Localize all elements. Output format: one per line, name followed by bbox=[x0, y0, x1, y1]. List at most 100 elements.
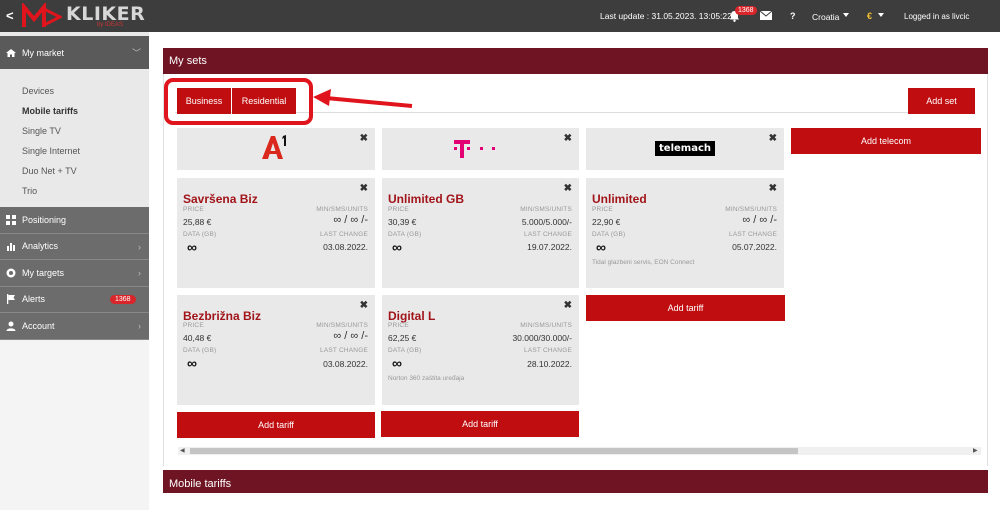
sidebar-item-label: Analytics bbox=[22, 241, 59, 252]
scroll-left-icon[interactable]: ◀ bbox=[180, 447, 185, 454]
close-icon[interactable]: ✖ bbox=[360, 183, 368, 194]
tariff-note: Tidal glazbeni servis, EON Connect bbox=[592, 259, 695, 266]
tariff-min-sms: 5.000/5.000/- bbox=[521, 217, 572, 227]
top-bar: < KLIKER by IDEAS Last update : 31.05.20… bbox=[0, 0, 1000, 32]
tariff-price: 22,90 € bbox=[592, 217, 621, 227]
tariff-data: ∞ bbox=[596, 239, 606, 255]
operator-card-telemach: telemach ✖ bbox=[586, 128, 784, 170]
tariff-price: 62,25 € bbox=[388, 333, 417, 343]
sidebar-item-my-market[interactable]: My market ﹀ bbox=[0, 36, 149, 69]
sidebar-item-mobile-tariffs[interactable]: Mobile tariffs bbox=[0, 101, 149, 121]
price-label: PRICE bbox=[592, 206, 613, 213]
price-label: PRICE bbox=[388, 206, 409, 213]
operator-card-a1: ✖ bbox=[177, 128, 375, 170]
close-icon[interactable]: ✖ bbox=[360, 300, 368, 311]
annotation-highlight-box bbox=[164, 78, 313, 125]
min-sms-label: MIN/SMS/UNITS bbox=[520, 322, 572, 329]
tariff-card[interactable]: ✖ Unlimited PRICE MIN/SMS/UNITS 22,90 € … bbox=[586, 178, 784, 288]
tariff-last-change: 03.08.2022. bbox=[323, 242, 368, 252]
sidebar-item-my-targets[interactable]: My targets › bbox=[0, 260, 149, 287]
back-button[interactable]: < bbox=[6, 8, 14, 23]
sidebar-item-label: Account bbox=[22, 320, 55, 331]
panel-header-mobile-tariffs: Mobile tariffs bbox=[163, 470, 988, 493]
chevron-down-icon bbox=[843, 13, 849, 17]
logged-in-user[interactable]: Logged in as livcic bbox=[904, 12, 969, 21]
price-label: PRICE bbox=[388, 322, 409, 329]
kliker-logo-icon[interactable] bbox=[22, 3, 62, 29]
close-icon[interactable]: ✖ bbox=[564, 300, 572, 311]
add-set-button[interactable]: Add set bbox=[908, 88, 975, 114]
sidebar-item-single-internet[interactable]: Single Internet bbox=[0, 141, 149, 161]
chevron-right-icon: › bbox=[138, 321, 141, 331]
add-tariff-button[interactable]: Add tariff bbox=[381, 411, 579, 437]
close-icon[interactable]: ✖ bbox=[769, 183, 777, 194]
tariff-card[interactable]: ✖ Savršena Biz PRICE MIN/SMS/UNITS 25,88… bbox=[177, 178, 375, 288]
last-update-text: Last update : 31.05.2023. 13:05:22 bbox=[600, 11, 732, 21]
add-tariff-button[interactable]: Add tariff bbox=[177, 412, 375, 438]
sidebar-item-account[interactable]: Account › bbox=[0, 313, 149, 340]
sidebar: My market ﹀ Devices Mobile tariffs Singl… bbox=[0, 32, 149, 510]
annotation-arrow-icon bbox=[313, 89, 413, 108]
tariff-last-change: 05.07.2022. bbox=[732, 242, 777, 252]
mail-icon[interactable] bbox=[760, 11, 772, 20]
tariff-data: ∞ bbox=[392, 239, 402, 255]
close-icon[interactable]: ✖ bbox=[564, 133, 572, 144]
sidebar-item-label: Alerts bbox=[22, 294, 46, 305]
tariff-min-sms: 30.000/30.000/- bbox=[512, 333, 572, 343]
min-sms-label: MIN/SMS/UNITS bbox=[316, 322, 368, 329]
data-label: DATA (GB) bbox=[183, 347, 217, 354]
last-change-label: LAST CHANGE bbox=[320, 347, 368, 354]
sidebar-item-label: My targets bbox=[22, 267, 65, 278]
tariff-last-change: 19.07.2022. bbox=[527, 242, 572, 252]
price-label: PRICE bbox=[183, 322, 204, 329]
help-button[interactable]: ? bbox=[790, 11, 796, 21]
grid-icon bbox=[6, 214, 16, 225]
tariff-card[interactable]: ✖ Digital L PRICE MIN/SMS/UNITS 62,25 € … bbox=[382, 295, 579, 405]
tariff-price: 25,88 € bbox=[183, 217, 212, 227]
last-change-label: LAST CHANGE bbox=[729, 231, 777, 238]
tariff-name: Unlimited GB bbox=[388, 192, 465, 206]
close-icon[interactable]: ✖ bbox=[769, 133, 777, 144]
sidebar-item-positioning[interactable]: Positioning bbox=[0, 207, 149, 234]
app-logo-subtitle: by IDEAS bbox=[97, 22, 124, 28]
sidebar-item-devices[interactable]: Devices bbox=[0, 81, 149, 101]
tariff-note: Norton 360 zaštita uređaja bbox=[388, 375, 465, 382]
tariff-name: Digital L bbox=[388, 309, 436, 323]
min-sms-label: MIN/SMS/UNITS bbox=[725, 206, 777, 213]
sidebar-item-trio[interactable]: Trio bbox=[0, 181, 149, 201]
data-label: DATA (GB) bbox=[388, 231, 422, 238]
telekom-logo-icon bbox=[454, 140, 495, 158]
sidebar-item-duo-net-tv[interactable]: Duo Net + TV bbox=[0, 161, 149, 181]
add-telecom-button[interactable]: Add telecom bbox=[791, 128, 981, 154]
close-icon[interactable]: ✖ bbox=[360, 133, 368, 144]
data-label: DATA (GB) bbox=[592, 231, 626, 238]
sidebar-item-alerts[interactable]: Alerts 1368 bbox=[0, 286, 149, 313]
telemach-logo: telemach bbox=[655, 141, 715, 156]
add-tariff-button[interactable]: Add tariff bbox=[586, 295, 785, 321]
tariff-data: ∞ bbox=[187, 355, 197, 371]
notification-badge[interactable]: 1368 bbox=[735, 6, 757, 15]
country-select[interactable]: Croatia bbox=[812, 12, 839, 22]
bar-chart-icon bbox=[7, 243, 15, 252]
scrollbar-thumb[interactable] bbox=[190, 448, 798, 454]
target-icon bbox=[6, 268, 16, 278]
currency-select[interactable]: € bbox=[867, 11, 872, 21]
page-title: My sets bbox=[169, 55, 207, 67]
tariff-card[interactable]: ✖ Bezbrižna Biz PRICE MIN/SMS/UNITS 40,4… bbox=[177, 295, 375, 405]
user-icon bbox=[6, 321, 16, 331]
tariff-card[interactable]: ✖ Unlimited GB PRICE MIN/SMS/UNITS 30,39… bbox=[382, 178, 579, 288]
last-change-label: LAST CHANGE bbox=[524, 231, 572, 238]
price-label: PRICE bbox=[183, 206, 204, 213]
a1-logo-icon bbox=[262, 135, 286, 159]
tariff-last-change: 28.10.2022. bbox=[527, 359, 572, 369]
flag-icon bbox=[7, 294, 15, 305]
tariff-data: ∞ bbox=[392, 355, 402, 371]
chevron-right-icon: › bbox=[138, 241, 141, 252]
sidebar-item-analytics[interactable]: Analytics › bbox=[0, 233, 149, 260]
data-label: DATA (GB) bbox=[388, 347, 422, 354]
min-sms-label: MIN/SMS/UNITS bbox=[520, 206, 572, 213]
scroll-right-icon[interactable]: ▶ bbox=[973, 447, 978, 454]
tariff-min-sms: ∞ / ∞ /- bbox=[333, 330, 368, 342]
close-icon[interactable]: ✖ bbox=[564, 183, 572, 194]
sidebar-item-single-tv[interactable]: Single TV bbox=[0, 121, 149, 141]
